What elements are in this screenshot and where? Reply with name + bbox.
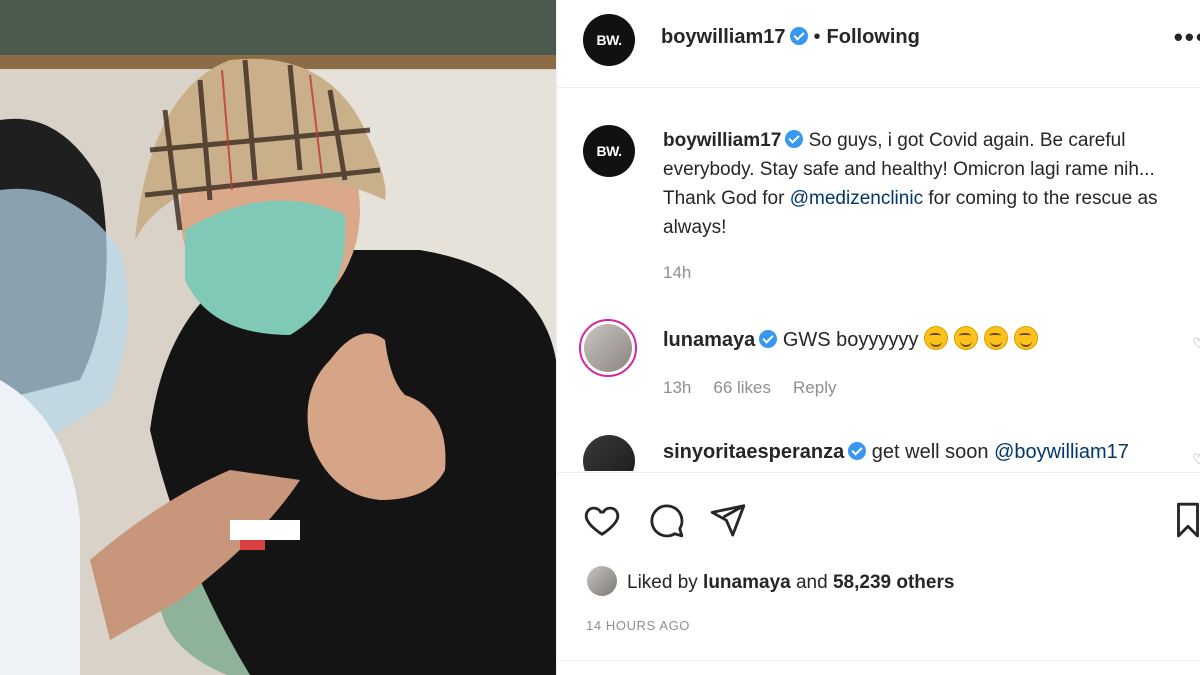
halo-smile-emoji-icon: [924, 326, 949, 350]
heart-icon[interactable]: [583, 501, 621, 539]
comment-like-icon[interactable]: ♡: [1192, 335, 1200, 352]
caption-avatar[interactable]: BW.: [583, 125, 635, 177]
liker-username[interactable]: lunamaya: [703, 572, 791, 593]
post-actions: Liked by lunamaya and 58,239 others 14 H…: [557, 472, 1200, 662]
following-button[interactable]: Following: [827, 26, 920, 48]
reply-button[interactable]: Reply: [793, 378, 836, 397]
author-row: boywilliam17 • Following: [661, 26, 920, 49]
post-photo[interactable]: [0, 0, 556, 675]
caption-username[interactable]: boywilliam17: [663, 130, 781, 151]
caption-mention[interactable]: @medizenclinic: [790, 188, 923, 209]
likes-summary: Liked by lunamaya and 58,239 others: [587, 566, 954, 596]
comment-mention[interactable]: @boywilliam17: [994, 441, 1129, 463]
comment-like-icon[interactable]: ♡: [1192, 451, 1200, 468]
divider: [557, 660, 1200, 661]
comment-avatar[interactable]: [583, 435, 635, 471]
bookmark-icon[interactable]: [1175, 501, 1200, 539]
halo-smile-emoji-icon: [1014, 326, 1039, 350]
comment-text: GWS boyyyyyy: [782, 329, 919, 351]
halo-smile-emoji-icon: [954, 326, 979, 350]
more-options-icon[interactable]: •••: [1174, 22, 1200, 53]
verified-badge-icon: [759, 330, 778, 348]
caption-time[interactable]: 14h: [663, 263, 691, 283]
comment-icon[interactable]: [647, 501, 685, 539]
likes-middle: and: [790, 572, 833, 593]
comment-time[interactable]: 13h: [663, 378, 691, 397]
post-panel: BW. boywilliam17 • Following ••• BW. boywi…: [556, 0, 1200, 675]
author-avatar[interactable]: BW.: [583, 14, 635, 66]
comment-likes[interactable]: 66 likes: [713, 378, 771, 397]
comment-text: get well soon: [871, 441, 995, 463]
author-username[interactable]: boywilliam17: [661, 26, 786, 48]
halo-smile-emoji-icon: [984, 326, 1009, 350]
comment-meta: 13h 66 likes Reply: [663, 378, 858, 398]
verified-badge-icon: [789, 27, 808, 45]
liker-avatar[interactable]: [587, 566, 617, 596]
comment-item: lunamaya GWS boyyyyyy: [663, 326, 1039, 352]
post-caption: boywilliam17 So guys, i got Covid again.…: [663, 126, 1198, 242]
comment-item: sinyoritaesperanza get well soon @boywil…: [663, 441, 1129, 464]
post-image: [0, 0, 556, 675]
comments-scroll-area[interactable]: BW. boywilliam17 So guys, i got Covid ag…: [557, 89, 1200, 471]
post-timestamp[interactable]: 14 HOURS AGO: [586, 618, 690, 633]
comment-username[interactable]: sinyoritaesperanza: [663, 441, 844, 463]
likes-count[interactable]: 58,239 others: [833, 572, 954, 593]
comment-avatar[interactable]: [579, 319, 637, 377]
verified-badge-icon: [848, 442, 867, 460]
comment-username[interactable]: lunamaya: [663, 329, 755, 351]
post-header: BW. boywilliam17 • Following •••: [557, 0, 1200, 88]
verified-badge-icon: [785, 130, 804, 148]
separator-dot: •: [813, 26, 821, 48]
share-icon[interactable]: [709, 501, 747, 539]
likes-prefix: Liked by: [627, 572, 704, 593]
